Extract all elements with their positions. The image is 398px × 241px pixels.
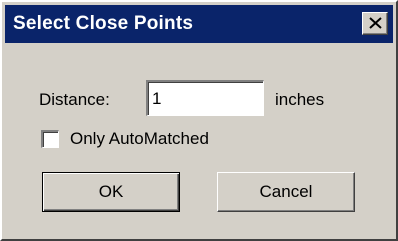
units-label: inches	[275, 90, 325, 109]
close-icon	[369, 17, 382, 29]
dialog-title: Select Close Points	[13, 13, 194, 34]
distance-label: Distance:	[39, 90, 110, 109]
title-bar[interactable]: Select Close Points	[5, 5, 393, 43]
only-automatched-label[interactable]: Only AutoMatched	[70, 129, 209, 149]
distance-input[interactable]	[146, 80, 264, 116]
select-close-points-dialog: Select Close Points Distance: inches Onl…	[0, 0, 398, 241]
cancel-button[interactable]: Cancel	[217, 172, 355, 212]
only-automatched-checkbox[interactable]	[41, 130, 59, 148]
close-button[interactable]	[362, 12, 388, 35]
ok-button[interactable]: OK	[42, 172, 180, 212]
